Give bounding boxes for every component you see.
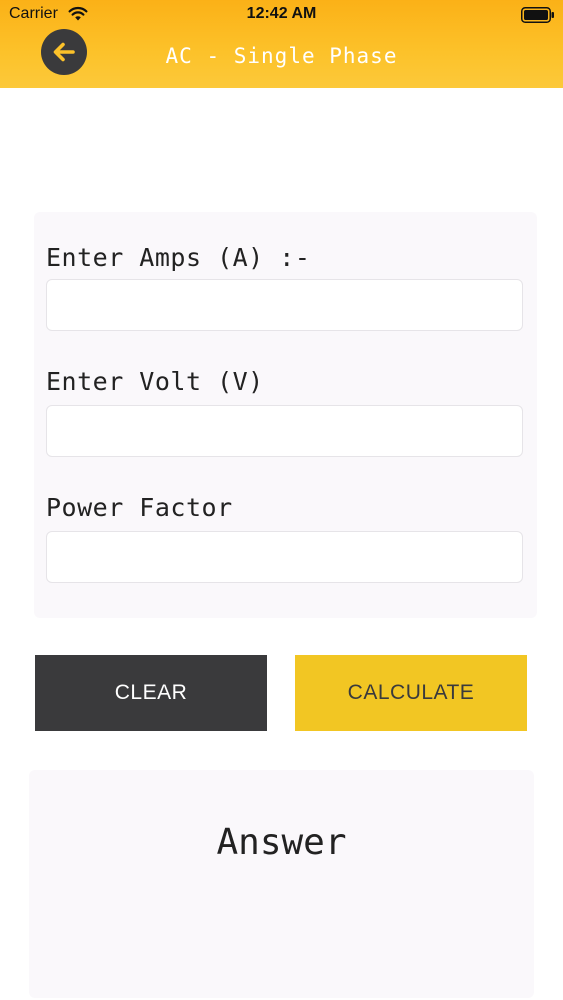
power-factor-label: Power Factor: [46, 493, 233, 522]
clear-button[interactable]: CLEAR: [35, 655, 267, 731]
status-bar: Carrier 12:42 AM: [0, 0, 563, 30]
amps-label: Enter Amps (A) :-: [46, 243, 311, 272]
status-time: 12:42 AM: [246, 5, 317, 22]
volt-input[interactable]: [46, 405, 523, 457]
navigation-bar: Carrier 12:42 AM AC - Single Phase: [0, 0, 563, 88]
volt-label: Enter Volt (V): [46, 367, 264, 396]
battery-icon: [521, 7, 554, 23]
answer-label: Answer: [216, 822, 347, 863]
power-factor-input[interactable]: [46, 531, 523, 583]
answer-card: [29, 770, 534, 998]
calculate-button[interactable]: CALCULATE: [295, 655, 527, 731]
amps-input[interactable]: [46, 279, 523, 331]
page-title: AC - Single Phase: [165, 44, 398, 68]
